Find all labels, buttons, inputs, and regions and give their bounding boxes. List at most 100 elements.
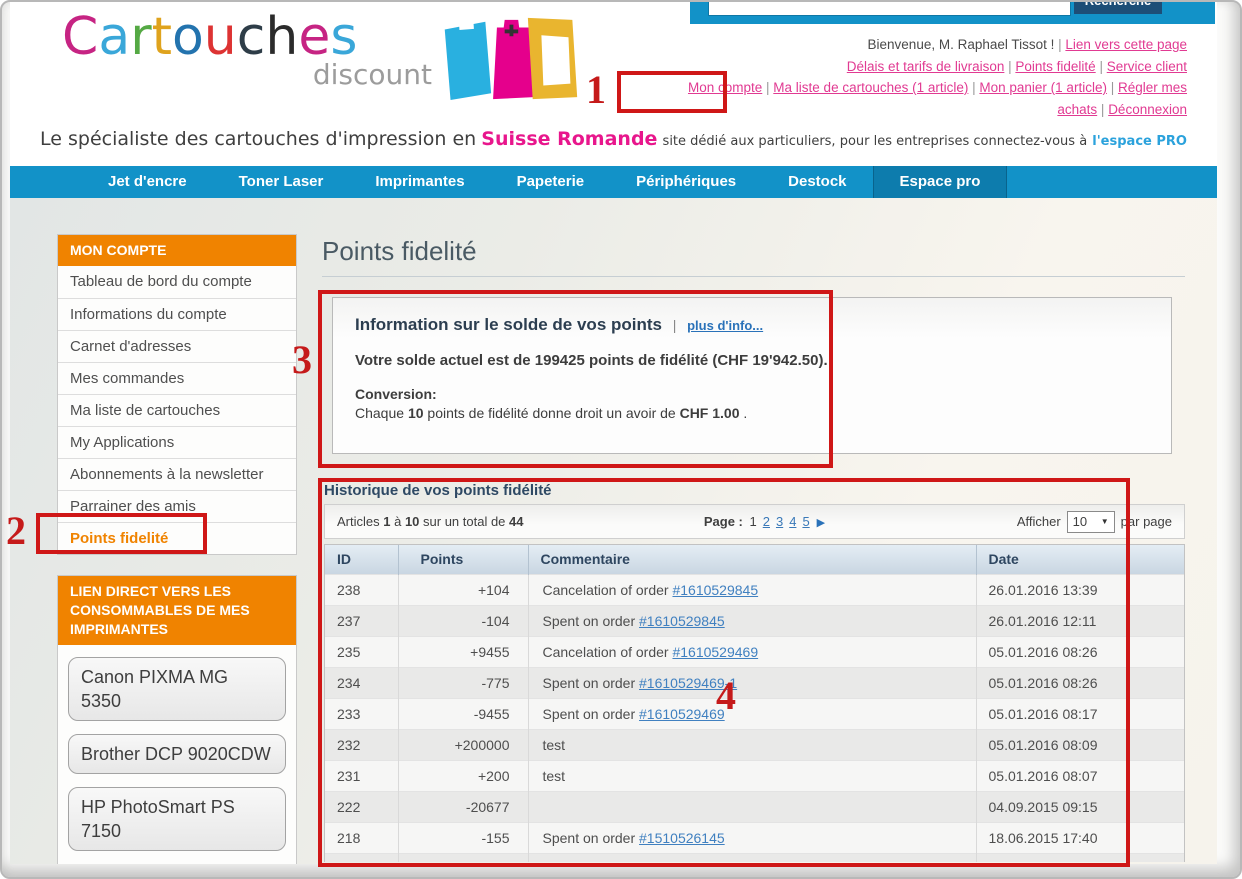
sidebar-item-abonnements-la-newsletter[interactable]: Abonnements à la newsletter xyxy=(58,458,296,490)
order-link[interactable]: #1610529845 xyxy=(672,582,758,598)
points-info-box: Information sur le solde de vos points |… xyxy=(332,297,1172,454)
order-link[interactable]: #1510526145 xyxy=(639,830,725,846)
text-segment: à xyxy=(390,514,404,529)
text-segment: CHF 1.00 xyxy=(680,405,740,421)
show-label: Afficher xyxy=(1017,514,1061,529)
sidebar-item-ma-liste-de-cartouches[interactable]: Ma liste de cartouches xyxy=(58,394,296,426)
comment-text: test xyxy=(543,737,566,753)
chevron-down-icon: ▼ xyxy=(1101,517,1109,526)
cell-comment xyxy=(528,791,976,822)
page-link-2[interactable]: 2 xyxy=(763,514,770,529)
account-link-achats[interactable]: achats xyxy=(1057,102,1097,117)
comment-text: Spent on order xyxy=(543,675,640,691)
text-segment: Articles xyxy=(337,514,383,529)
welcome-text: Bienvenue, M. Raphael Tissot ! xyxy=(868,37,1055,52)
cell-date: 26.01.2016 13:39 xyxy=(976,574,1184,605)
more-info-link[interactable]: plus d'info... xyxy=(687,318,763,333)
nav-item-destock[interactable]: Destock xyxy=(762,166,872,198)
nav-item-papeterie[interactable]: Papeterie xyxy=(491,166,611,198)
per-page-select[interactable]: 10 ▼ xyxy=(1067,511,1115,533)
nav-item-jet-d-encre[interactable]: Jet d'encre xyxy=(82,166,213,198)
cell-points: -9455 xyxy=(398,698,528,729)
balance-line: Votre solde actuel est de 199425 points … xyxy=(355,352,1149,369)
cell-points xyxy=(398,853,528,862)
comment-text: Cancelation of order xyxy=(543,582,673,598)
account-link-r-gler-mes[interactable]: Régler mes xyxy=(1118,80,1187,95)
main-navigation: Jet d'encreToner LaserImprimantesPapeter… xyxy=(10,166,1217,198)
nav-item-imprimantes[interactable]: Imprimantes xyxy=(349,166,490,198)
account-link-service-client[interactable]: Service client xyxy=(1107,59,1187,74)
cell-id xyxy=(325,853,398,862)
logo-letter: C xyxy=(62,7,98,67)
sidebar-item-mes-commandes[interactable]: Mes commandes xyxy=(58,362,296,394)
account-links-row: Mon compte | Ma liste de cartouches (1 a… xyxy=(597,77,1187,99)
search-input[interactable] xyxy=(708,0,1071,16)
cell-points: -155 xyxy=(398,822,528,853)
table-row: 238+104 Cancelation of order #1610529845 2… xyxy=(325,574,1184,605)
separator: | xyxy=(1096,59,1107,74)
logo-letter: r xyxy=(130,7,151,67)
page-link-3[interactable]: 3 xyxy=(776,514,783,529)
table-row xyxy=(325,853,1184,862)
cell-points: +9455 xyxy=(398,636,528,667)
account-link-d-lais-et-tarifs-de-livraison[interactable]: Délais et tarifs de livraison xyxy=(847,59,1005,74)
comment-text: Spent on order xyxy=(543,706,640,722)
separator: | xyxy=(1097,102,1108,117)
cell-date xyxy=(976,853,1184,862)
next-page-icon[interactable]: ▶ xyxy=(817,517,825,529)
sidebar-item-tableau-de-bord-du-compte[interactable]: Tableau de bord du compte xyxy=(58,266,296,298)
text-segment: . xyxy=(740,405,748,421)
account-menu-box: MON COMPTE Tableau de bord du compteInfo… xyxy=(57,234,297,555)
nav-item-espace-pro[interactable]: Espace pro xyxy=(873,166,1008,198)
nav-item-toner-laser[interactable]: Toner Laser xyxy=(213,166,350,198)
cell-points: +104 xyxy=(398,574,528,605)
info-box-heading-row: Information sur le solde de vos points |… xyxy=(355,315,1149,335)
nav-item-p-riph-riques[interactable]: Périphériques xyxy=(610,166,762,198)
logo[interactable]: Cartouches discount xyxy=(62,8,582,118)
page-link-4[interactable]: 4 xyxy=(789,514,796,529)
printer-button-canon-pixma-mg-5350[interactable]: Canon PIXMA MG 5350 xyxy=(68,657,286,721)
sidebar-item-my-applications[interactable]: My Applications xyxy=(58,426,296,458)
account-link-lien-vers-cette-page[interactable]: Lien vers cette page xyxy=(1065,37,1187,52)
account-link-ma-liste-de-cartouches-1-article[interactable]: Ma liste de cartouches (1 article) xyxy=(773,80,968,95)
order-link[interactable]: #1610529845 xyxy=(639,613,725,629)
current-page: 1 xyxy=(750,514,757,529)
conversion-label: Conversion: xyxy=(355,386,1149,402)
content-area: MON COMPTE Tableau de bord du compteInfo… xyxy=(10,198,1217,864)
separator: | xyxy=(667,317,683,333)
search-button[interactable]: Recherche xyxy=(1074,0,1162,14)
sidebar-item-points-fidelit[interactable]: Points fidelité xyxy=(58,522,296,554)
search-bar: Recherche xyxy=(690,2,1215,24)
cell-points: +200000 xyxy=(398,729,528,760)
page-link-5[interactable]: 5 xyxy=(802,514,809,529)
cell-id: 232 xyxy=(325,729,398,760)
separator: | xyxy=(1107,80,1118,95)
cell-date: 04.09.2015 09:15 xyxy=(976,791,1184,822)
per-page-control: Afficher 10 ▼ par page xyxy=(892,511,1172,533)
text-segment: 44 xyxy=(509,514,523,529)
printer-button-hp-photosmart-ps-7150[interactable]: HP PhotoSmart PS 7150 xyxy=(68,787,286,851)
cell-comment: Spent on order #1510526145 xyxy=(528,822,976,853)
order-link[interactable]: #1610529469-1 xyxy=(639,675,737,691)
account-link-d-connexion[interactable]: Déconnexion xyxy=(1108,102,1187,117)
account-link-points-fidelit[interactable]: Points fidelité xyxy=(1015,59,1095,74)
sidebar-item-informations-du-compte[interactable]: Informations du compte xyxy=(58,298,296,330)
order-link[interactable]: #1610529469 xyxy=(639,706,725,722)
printer-button-brother-dcp-9020cdw[interactable]: Brother DCP 9020CDW xyxy=(68,734,286,774)
order-link[interactable]: #1610529469 xyxy=(672,644,758,660)
espace-pro-link[interactable]: l'espace PRO xyxy=(1092,134,1187,149)
column-header-points: Points xyxy=(398,545,528,574)
table-row: 233-9455Spent on order #161052946905.01.… xyxy=(325,698,1184,729)
account-link-mon-panier-1-article[interactable]: Mon panier (1 article) xyxy=(979,80,1107,95)
sidebar-item-carnet-d-adresses[interactable]: Carnet d'adresses xyxy=(58,330,296,362)
cell-date: 26.01.2016 12:11 xyxy=(976,605,1184,636)
cell-date: 05.01.2016 08:09 xyxy=(976,729,1184,760)
separator: | xyxy=(1054,37,1065,52)
table-row: 232+200000 test 05.01.2016 08:09 xyxy=(325,729,1184,760)
cartridges-icon xyxy=(437,12,582,104)
column-header-date: Date xyxy=(976,545,1184,574)
account-link-mon-compte[interactable]: Mon compte xyxy=(688,80,762,95)
sidebar-item-parrainer-des-amis[interactable]: Parrainer des amis xyxy=(58,490,296,522)
cell-id: 238 xyxy=(325,574,398,605)
site-header: Recherche Cartouches discount Bienvenue,… xyxy=(10,2,1217,166)
